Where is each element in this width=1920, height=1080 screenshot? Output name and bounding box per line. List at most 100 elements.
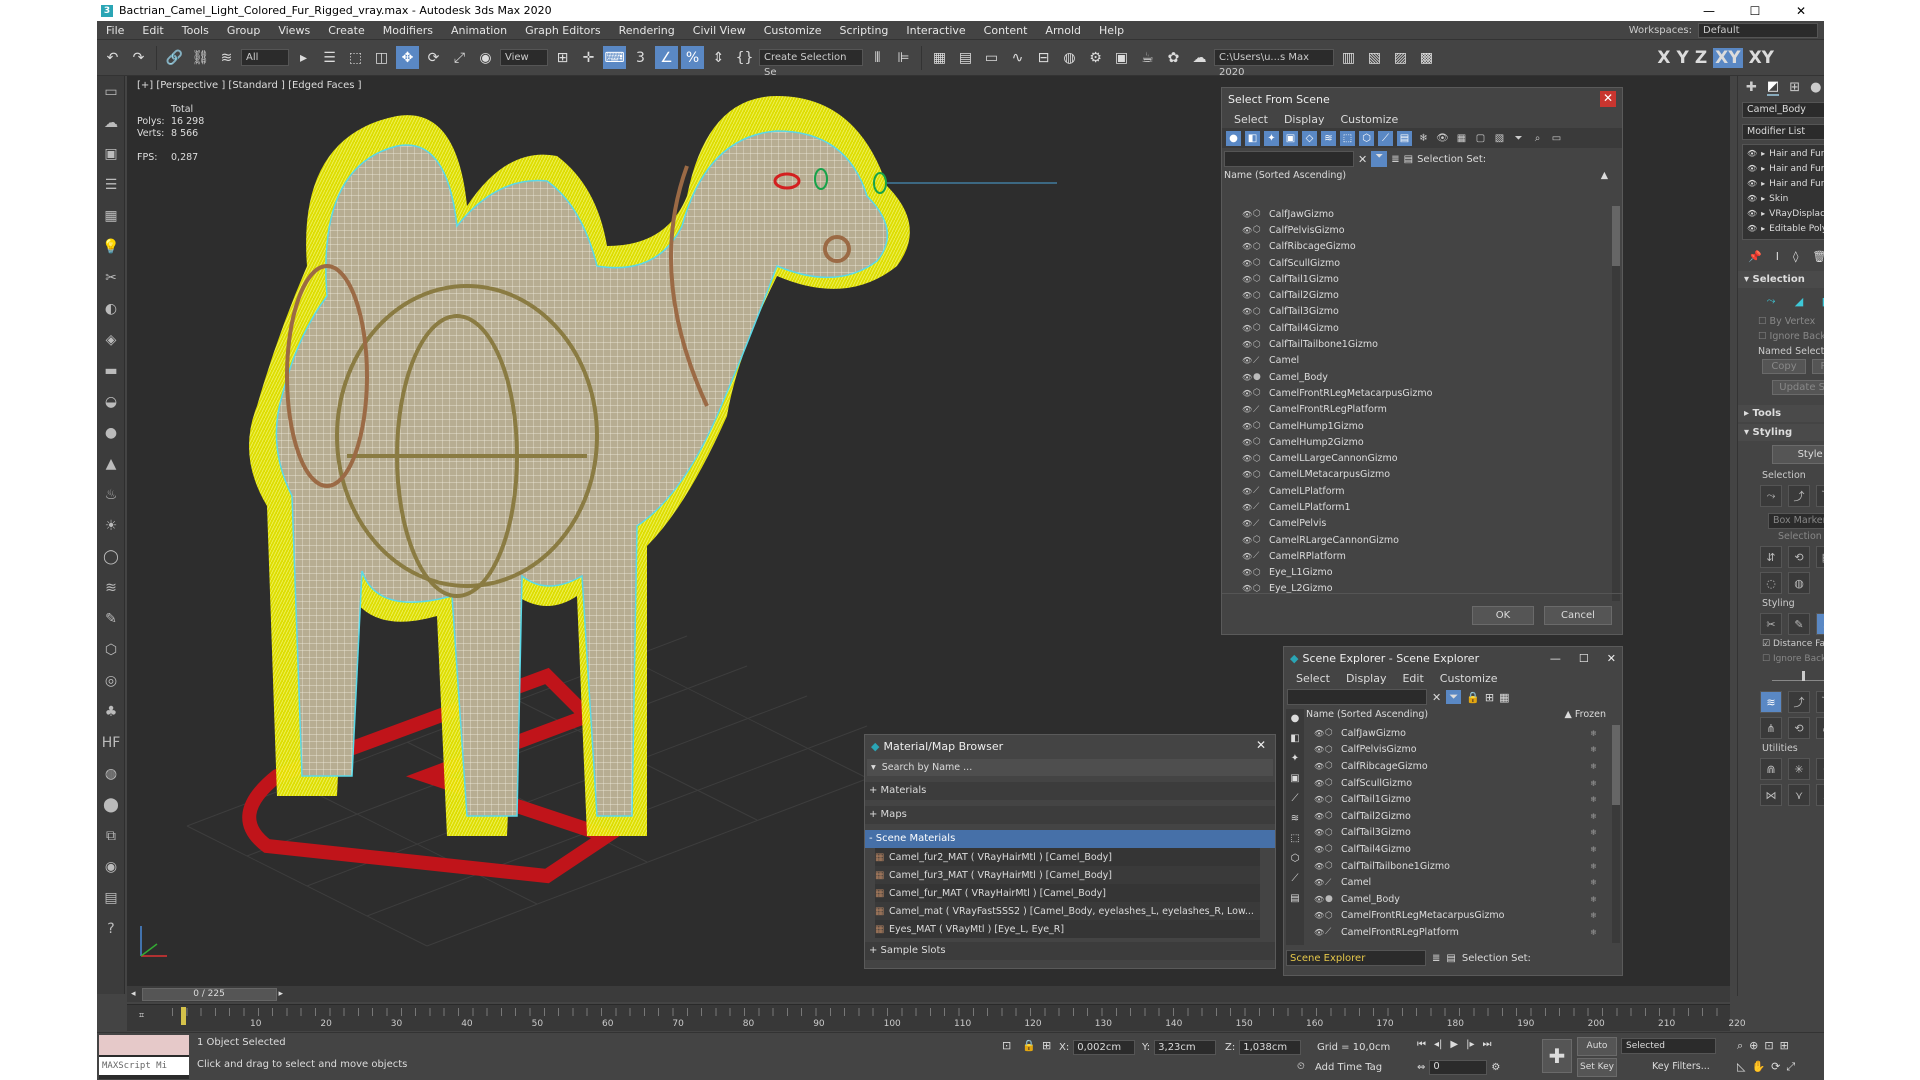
selection-rollout[interactable]: ▾ Selection [1738, 271, 1824, 288]
mb-section-sample-slots[interactable]: + Sample Slots [865, 942, 1275, 960]
absolute-mode-icon[interactable]: ⊞ [1042, 1039, 1051, 1052]
expand-selection-icon[interactable]: ▦ [1816, 546, 1824, 568]
hide-selected-icon[interactable]: ◌ [1760, 572, 1782, 594]
visibility-eye-icon[interactable]: 👁 [1242, 568, 1253, 577]
menu-scripting[interactable]: Scripting [830, 24, 897, 37]
modifier-stack-item[interactable]: 👁 ▸ Hair and Fur (WSM) [1743, 146, 1824, 161]
expand-arrow-icon[interactable]: ▸ [1761, 209, 1765, 218]
remove-modifier-icon[interactable]: 🗑 [1812, 250, 1824, 263]
go-to-end-icon[interactable]: ⏭ [1482, 1039, 1491, 1050]
se-list-item[interactable]: 👁 ⬡ CalfTail4Gizmo ❄ [1306, 841, 1611, 858]
se-light-icon[interactable]: ✦ [1286, 749, 1304, 769]
helper-filter-icon[interactable]: ◇ [1302, 130, 1317, 146]
visibility-eye-icon[interactable]: 👁 [1314, 911, 1325, 920]
modifier-stack-item[interactable]: 👁 ▸ Editable Poly [1743, 221, 1824, 236]
hf-icon[interactable]: HF [97, 727, 125, 758]
selection-filter-dropdown[interactable]: All [241, 49, 289, 66]
clump-brush-icon[interactable]: ⋔ [1760, 717, 1782, 739]
cloud-icon[interactable]: ☁ [97, 107, 125, 138]
modifier-toggle-icon[interactable]: 👁 [1747, 179, 1757, 188]
se-menu-customize[interactable]: Customize [1440, 672, 1498, 685]
select-tool-icon[interactable]: ✎ [1788, 613, 1810, 635]
auto-key-button[interactable]: Auto Key [1577, 1037, 1617, 1068]
viewport-label[interactable]: [+] [Perspective ] [Standard ] [Edged Fa… [137, 80, 362, 91]
select-object-icon[interactable]: ▸ [292, 46, 315, 69]
menu-group[interactable]: Group [218, 24, 270, 37]
percent-snap-icon[interactable]: % [681, 46, 704, 69]
sfs-list-item[interactable]: 👁 ⬡ CalfTailTailbone1Gizmo [1222, 336, 1612, 352]
frozen-toggle-icon[interactable]: ❄ [1590, 928, 1597, 937]
visibility-eye-icon[interactable]: 👁 [1242, 340, 1253, 349]
se-list-item[interactable]: 👁 ⬡ CalfRibcageGizmo ❄ [1306, 758, 1611, 775]
se-list-item[interactable]: 👁 ⬡ CalfTailTailbone1Gizmo ❄ [1306, 858, 1611, 875]
select-by-name-icon[interactable]: ☰ [318, 46, 341, 69]
se-list-item[interactable]: 👁 ⬡ CalfTail1Gizmo ❄ [1306, 791, 1611, 808]
folder-icon[interactable]: ▭ [1549, 131, 1564, 146]
expand-arrow-icon[interactable]: ▸ [1761, 179, 1765, 188]
bone-filter-icon[interactable]: ⟋ [1378, 130, 1393, 146]
sfs-list-item[interactable]: 👁 ⬡ CalfRibcageGizmo [1222, 239, 1612, 255]
visibility-eye-icon[interactable]: 👁 [1242, 307, 1253, 316]
rotate-brush-icon[interactable]: ⟲ [1788, 717, 1810, 739]
material-editor-icon[interactable]: ◍ [1058, 46, 1081, 69]
select-roots-icon[interactable]: ⤴ [1788, 485, 1810, 507]
align-icon[interactable]: ⊫ [892, 46, 915, 69]
se-spacewarp-icon[interactable]: ≋ [1286, 809, 1304, 829]
se-footer-layers-icon[interactable]: ≣ [1432, 953, 1440, 964]
scene-explorer-icon[interactable]: ▦ [928, 46, 951, 69]
se-minimize-button[interactable]: — [1550, 652, 1561, 665]
prev-key-icon[interactable]: ◂| [1434, 1039, 1442, 1050]
manipulate-icon[interactable]: ✛ [577, 46, 600, 69]
hemisphere-icon[interactable]: ◒ [97, 386, 125, 417]
invert-selection-icon[interactable]: ⇵ [1760, 546, 1782, 568]
menu-interactive[interactable]: Interactive [897, 24, 974, 37]
mb-material-item[interactable]: ▦ Eyes_MAT ( VRayMtl ) [Eye_L, Eye_R] [875, 920, 1260, 938]
frozen-toggle-icon[interactable]: ❄ [1590, 779, 1597, 788]
menu-civil-view[interactable]: Civil View [684, 24, 755, 37]
rotate-view-icon[interactable]: ◐ [97, 293, 125, 324]
displace-icon[interactable]: ◍ [97, 758, 125, 789]
create-tab-icon[interactable]: ✚ [1746, 80, 1757, 95]
rotate-icon[interactable]: ⟳ [422, 46, 445, 69]
se-hierarchy-icon[interactable]: ⊞ [1485, 691, 1494, 704]
project-settings-icon[interactable]: ▩ [1415, 46, 1438, 69]
filter-funnel-icon[interactable]: ⏷ [1511, 131, 1526, 146]
visibility-eye-icon[interactable]: 👁 [1242, 438, 1253, 447]
frozen-toggle-icon[interactable]: ❄ [1590, 862, 1597, 871]
menu-file[interactable]: File [97, 24, 133, 37]
selection-lock-icon[interactable]: 🔒 [1022, 1039, 1036, 1052]
teapot-icon[interactable]: ♨ [97, 479, 125, 510]
se-container-icon[interactable]: ▤ [1286, 889, 1304, 909]
cancel-button[interactable]: Cancel [1544, 606, 1612, 625]
sfs-list-item[interactable]: 👁 ⬡ CalfJawGizmo [1222, 206, 1612, 222]
modifier-toggle-icon[interactable]: 👁 [1747, 164, 1757, 173]
pop-selected-icon[interactable]: ✳ [1788, 758, 1810, 780]
visibility-eye-icon[interactable]: 👁 [1314, 895, 1325, 904]
snap-3d-icon[interactable]: 3 [629, 46, 652, 69]
se-xref-icon[interactable]: ⬡ [1286, 849, 1304, 869]
set-key-button[interactable]: Set Key [1577, 1058, 1617, 1077]
menu-rendering[interactable]: Rendering [610, 24, 684, 37]
sfs-menu-customize[interactable]: Customize [1340, 113, 1398, 126]
modify-tab-icon[interactable]: ◩ [1766, 79, 1780, 96]
maxscript-listener[interactable]: MAXScript Mi [99, 1035, 189, 1079]
se-footer-sel-icon[interactable]: ▤ [1446, 953, 1455, 964]
maxscript-output[interactable] [99, 1035, 189, 1055]
se-group-icon[interactable]: ⬚ [1286, 829, 1304, 849]
sfs-list-item[interactable]: 👁 ⬡ CamelHump2Gizmo [1222, 434, 1612, 450]
distance-fade-checkbox[interactable]: ☑ Distance Fade [1738, 637, 1824, 652]
axis-y-button[interactable]: Y [1677, 48, 1689, 68]
tools-icon[interactable]: ✂ [97, 262, 125, 293]
sfs-search-input[interactable] [1224, 151, 1354, 167]
keyboard-shortcut-icon[interactable]: ⌨ [603, 46, 626, 69]
scale-brush-icon[interactable]: ⤢ [1816, 717, 1824, 739]
next-key-icon[interactable]: |▸ [1466, 1039, 1474, 1050]
sfs-list-item[interactable]: 👁 ⬡ CalfTail2Gizmo [1222, 287, 1612, 303]
select-hairs-icon[interactable]: ⤳ [1760, 485, 1782, 507]
pin-stack-icon[interactable]: 📌 [1748, 250, 1762, 263]
ball-icon[interactable]: ◯ [97, 541, 125, 572]
mb-section-materials[interactable]: + Materials [865, 782, 1275, 800]
se-list-item[interactable]: 👁 ⬡ CalfJawGizmo ❄ [1306, 725, 1611, 742]
track-bar[interactable]: ⌗ 10 20 30 40 50 60 70 80 90 100 110 120 130 140 150 16… [127, 1004, 1746, 1031]
time-cursor[interactable] [181, 1007, 186, 1025]
